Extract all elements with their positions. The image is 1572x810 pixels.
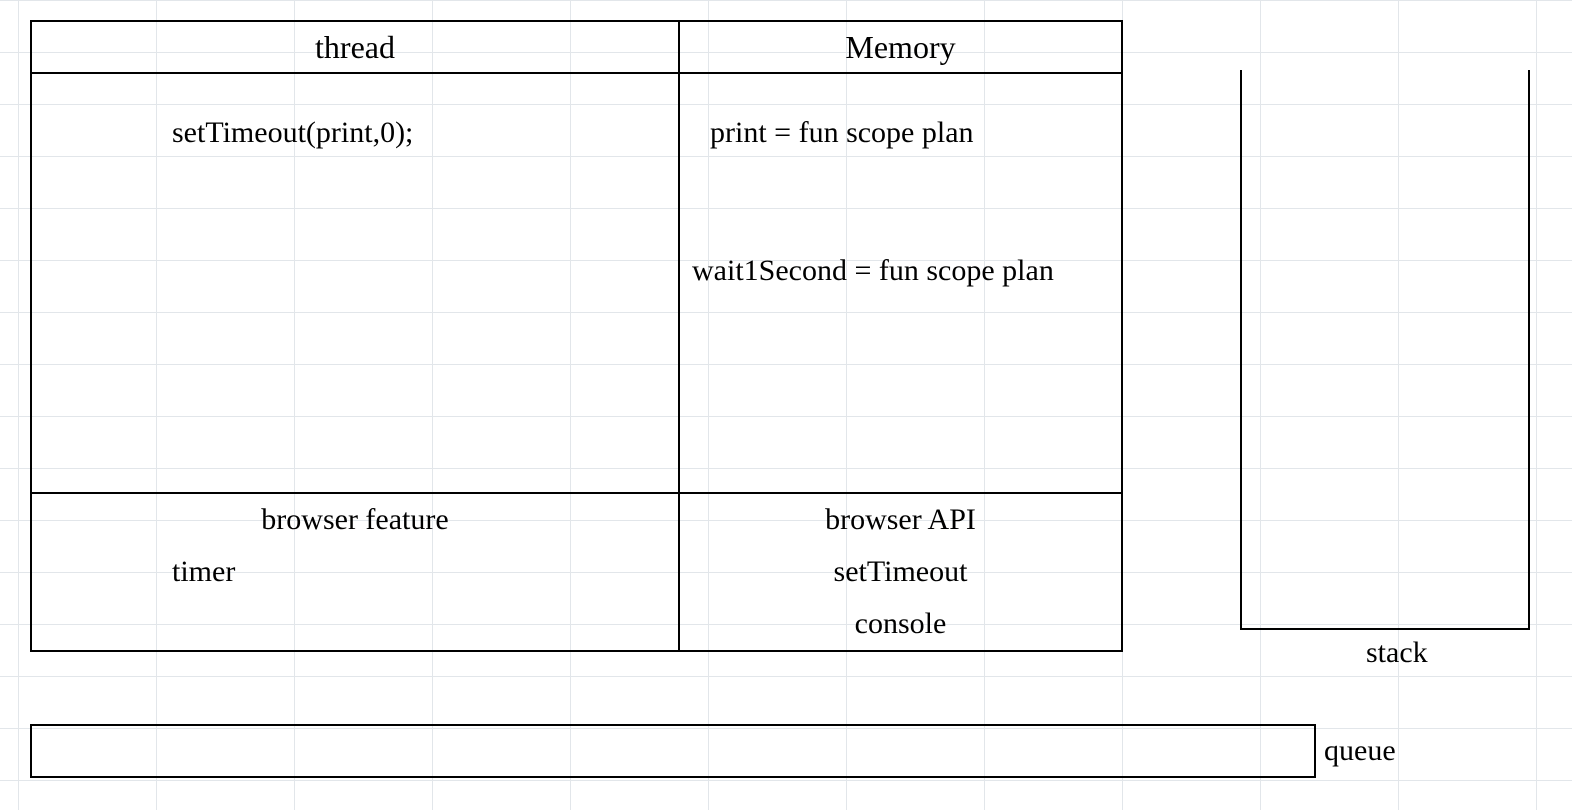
footer-row-2: timer setTimeout [32, 546, 1121, 598]
footer-browser-feature-label: browser feature [261, 503, 448, 537]
footer-left-empty [32, 598, 680, 650]
stack-label: stack [1366, 636, 1428, 670]
header-row: thread Memory [32, 22, 1121, 74]
header-thread: thread [32, 22, 680, 72]
footer-timer: timer [32, 546, 680, 598]
main-diagram-table: thread Memory setTimeout(print,0); print… [30, 20, 1123, 652]
thread-body-cell: setTimeout(print,0); [32, 74, 680, 492]
header-memory: Memory [680, 22, 1121, 72]
queue-label: queue [1324, 734, 1396, 768]
footer-console: console [680, 598, 1121, 650]
footer-settimeout-label: setTimeout [834, 555, 968, 589]
footer-browser-api-label: browser API [825, 503, 976, 537]
stack-box [1240, 70, 1530, 630]
footer-settimeout: setTimeout [680, 546, 1121, 598]
footer-row-headers: browser feature browser API [32, 494, 1121, 546]
queue-box [30, 724, 1316, 778]
thread-line-1: setTimeout(print,0); [32, 94, 413, 150]
header-memory-label: Memory [845, 29, 955, 66]
header-thread-label: thread [315, 29, 395, 66]
footer-console-label: console [855, 607, 947, 641]
footer-row-3: console [32, 598, 1121, 650]
body-row: setTimeout(print,0); print = fun scope p… [32, 74, 1121, 494]
memory-line-2: wait1Second = fun scope plan [680, 232, 1074, 288]
footer-browser-feature: browser feature [32, 494, 680, 546]
memory-body-cell: print = fun scope plan wait1Second = fun… [680, 74, 1121, 492]
footer-browser-api: browser API [680, 494, 1121, 546]
memory-line-1: print = fun scope plan [680, 94, 994, 150]
footer-timer-label: timer [172, 555, 235, 589]
